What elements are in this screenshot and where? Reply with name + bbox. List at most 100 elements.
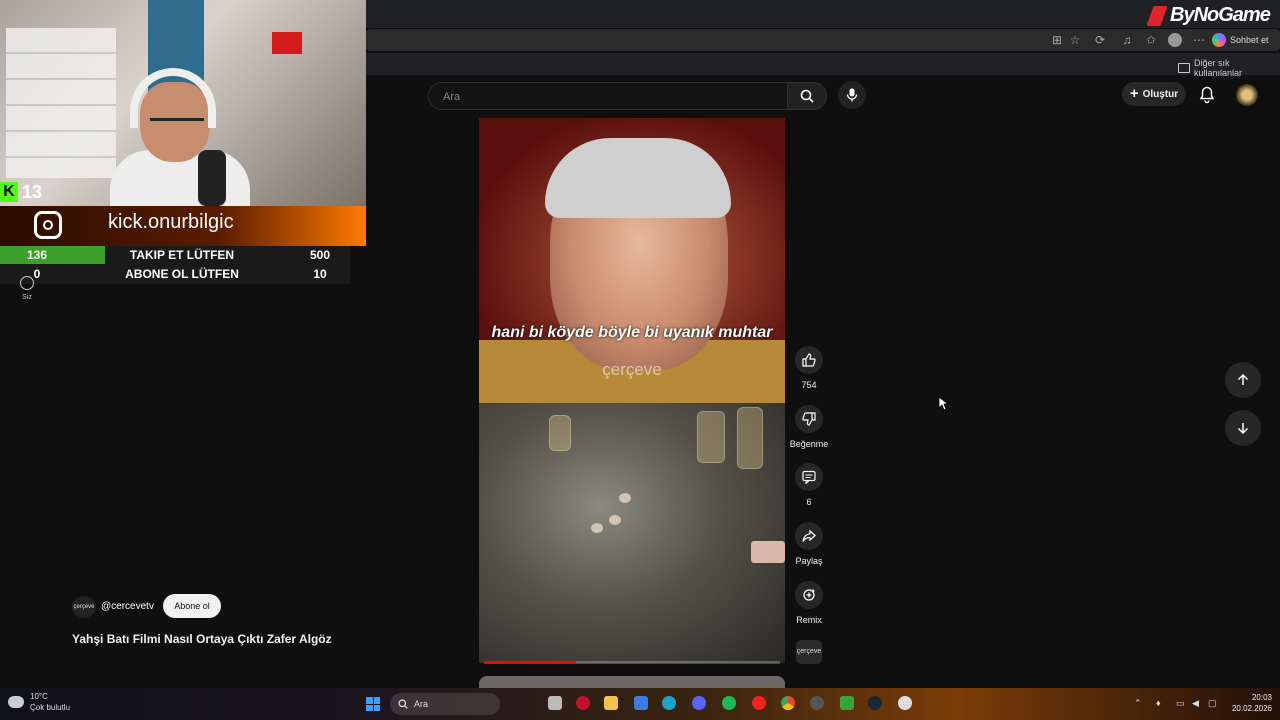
- tray-mic-icon[interactable]: ♦: [1156, 698, 1161, 708]
- channel-thumbnail[interactable]: çerçeve: [796, 640, 822, 664]
- goal-label: ABONE OL LÜTFEN: [125, 267, 239, 281]
- tray-notification-icon[interactable]: ▢: [1208, 698, 1217, 709]
- instagram-handle: kick.onurbilgic: [108, 211, 234, 233]
- app-icon-2[interactable]: [752, 696, 766, 710]
- sidebar-item-you[interactable]: Siz: [14, 276, 40, 301]
- app-icon-3[interactable]: [810, 696, 824, 710]
- goal-target: 500: [309, 248, 331, 262]
- taskbar-search-label: Ara: [414, 699, 429, 709]
- file-explorer-icon[interactable]: [604, 696, 618, 710]
- sidebar-item-label: Siz: [22, 294, 32, 301]
- tray-volume-icon[interactable]: ◀: [1192, 698, 1199, 709]
- dislike-icon: [802, 412, 816, 426]
- video-coin: [609, 515, 621, 525]
- tray-chevron-icon[interactable]: ⌃: [1134, 698, 1142, 709]
- webcam-glasses: [150, 118, 204, 131]
- discord-icon[interactable]: [692, 696, 706, 710]
- plus-icon: +: [1129, 85, 1139, 102]
- video-glass: [737, 407, 763, 469]
- search-box: [428, 82, 788, 111]
- spotify-icon[interactable]: [722, 696, 736, 710]
- comments-button[interactable]: 6: [788, 463, 830, 507]
- remix-button[interactable]: Remix: [788, 581, 830, 625]
- video-hair: [545, 138, 731, 218]
- dislike-button[interactable]: Beğenme: [788, 405, 830, 449]
- webcam-shelf: [6, 28, 116, 178]
- video-cards: [751, 541, 785, 563]
- create-button[interactable]: + Oluştur: [1122, 82, 1186, 106]
- video-watermark: çerçeve: [602, 360, 662, 379]
- mouse-cursor-icon: [938, 396, 948, 411]
- folder-icon: [1178, 63, 1190, 73]
- app-icon-4[interactable]: [840, 696, 854, 710]
- search-button[interactable]: [787, 82, 827, 110]
- comment-icon: [802, 470, 816, 484]
- goal-label: TAKIP ET LÜTFEN: [129, 248, 235, 262]
- bynogame-logo: ByNoGame: [1170, 4, 1271, 26]
- refresh-icon[interactable]: ⟳: [1093, 33, 1107, 47]
- like-button[interactable]: 754: [788, 346, 830, 390]
- channel-handle[interactable]: @cercevetv: [101, 601, 154, 612]
- task-view-icon[interactable]: [548, 696, 562, 710]
- copilot-chat-button[interactable]: Sohbet et: [1212, 31, 1269, 49]
- video-coin: [591, 523, 603, 533]
- webcam-overlay: [0, 0, 366, 206]
- share-button[interactable]: Paylaş: [788, 522, 830, 566]
- tray-network-icon[interactable]: ▭: [1176, 698, 1185, 709]
- search-icon: [398, 699, 408, 709]
- share-label: Paylaş: [795, 556, 823, 566]
- weather-widget[interactable]: 10°C Çok bulutlu: [8, 691, 70, 713]
- taskbar-clock[interactable]: 20:03 20.02.2026: [1222, 692, 1272, 714]
- bookmark-folder-label: Diğer sık kullanılanlar: [1194, 58, 1243, 78]
- remix-icon: [803, 589, 815, 601]
- channel-avatar[interactable]: çerçeve: [72, 596, 96, 618]
- account-avatar[interactable]: [1236, 84, 1258, 106]
- bell-icon: [1199, 86, 1215, 104]
- weather-desc: Çok bulutlu: [30, 703, 71, 712]
- short-video-lower[interactable]: [479, 403, 785, 663]
- like-count: 754: [801, 380, 817, 390]
- copilot-icon: [1212, 33, 1226, 47]
- cloud-icon: [8, 696, 24, 708]
- clock-time: 20:03: [1251, 693, 1272, 702]
- taskbar-search[interactable]: Ara: [390, 693, 500, 715]
- chrome-icon[interactable]: [781, 696, 795, 710]
- goal-row-subscribe: 0 ABONE OL LÜTFEN 10: [0, 265, 350, 283]
- video-title[interactable]: Yahşi Batı Filmi Nasıl Ortaya Çıktı Zafe…: [72, 632, 332, 646]
- search-icon: [800, 89, 814, 103]
- voice-search-button[interactable]: [838, 81, 866, 109]
- windows-start-icon[interactable]: [366, 697, 380, 711]
- store-icon[interactable]: [634, 696, 648, 710]
- address-bar[interactable]: [366, 29, 1280, 51]
- app-icon-1[interactable]: [576, 696, 590, 710]
- instagram-icon: [34, 211, 62, 239]
- webcam-flag: [272, 32, 302, 54]
- app-available-icon[interactable]: ⊞: [1050, 33, 1064, 47]
- previous-short-button[interactable]: [1225, 362, 1261, 398]
- comment-count: 6: [806, 497, 812, 507]
- next-short-button[interactable]: [1225, 410, 1261, 446]
- favorite-star-icon[interactable]: ☆: [1068, 33, 1082, 47]
- steam-icon[interactable]: [868, 696, 882, 710]
- remix-label: Remix: [796, 615, 822, 625]
- video-coin: [619, 493, 631, 503]
- settings-icon[interactable]: [898, 696, 912, 710]
- profile-icon[interactable]: [1168, 33, 1182, 47]
- edge-icon[interactable]: [662, 696, 676, 710]
- subscribe-button[interactable]: Abone ol: [163, 594, 221, 618]
- favorites-icon[interactable]: ✩: [1144, 33, 1158, 47]
- goal-current: 136: [26, 248, 48, 262]
- more-options-icon[interactable]: ⋯: [1192, 33, 1206, 47]
- goal-target: 10: [313, 267, 327, 281]
- person-icon: [20, 276, 34, 290]
- bookmark-folder-other[interactable]: Diğer sık kullanılanlar: [1178, 58, 1280, 78]
- extensions-icon[interactable]: ♫: [1120, 33, 1134, 47]
- notifications-button[interactable]: [1199, 86, 1217, 104]
- stream-goals: 136 TAKIP ET LÜTFEN 500 0 ABONE OL LÜTFE…: [0, 246, 350, 284]
- webcam-microphone: [198, 150, 226, 206]
- next-short-preview[interactable]: [479, 676, 785, 688]
- arrow-down-icon: [1237, 423, 1249, 435]
- search-input[interactable]: [441, 83, 775, 111]
- goal-row-follow: 136 TAKIP ET LÜTFEN 500: [0, 246, 350, 264]
- dislike-label: Beğenme: [789, 439, 829, 449]
